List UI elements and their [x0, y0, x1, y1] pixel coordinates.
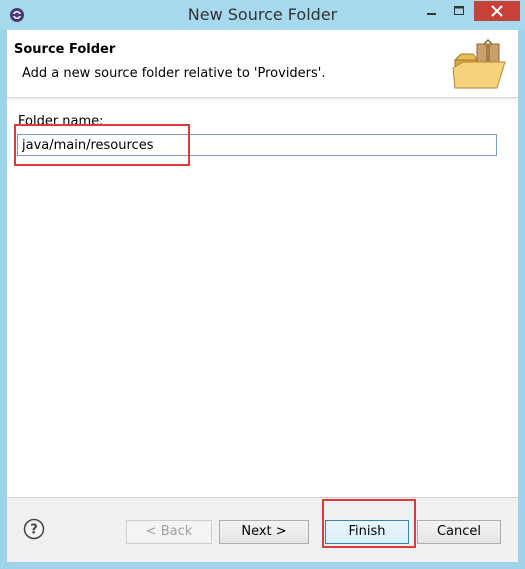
maximize-button[interactable]	[446, 1, 472, 21]
folder-name-label: Folder name:	[18, 114, 104, 129]
help-icon[interactable]: ?	[23, 518, 45, 540]
title-bar[interactable]: New Source Folder	[0, 0, 525, 30]
wizard-page-description: Add a new source folder relative to 'Pro…	[22, 66, 326, 81]
back-button[interactable]: < Back	[126, 520, 212, 544]
dialog-client-area: Source Folder Add a new source folder re…	[7, 30, 518, 562]
wizard-header: Source Folder Add a new source folder re…	[7, 30, 518, 98]
folder-with-package-icon	[452, 38, 506, 89]
maximize-icon	[454, 6, 464, 15]
close-icon	[491, 5, 503, 17]
next-button[interactable]: Next >	[219, 520, 309, 544]
finish-button[interactable]: Finish	[325, 520, 409, 544]
wizard-content: Folder name:	[7, 100, 518, 498]
cancel-button[interactable]: Cancel	[417, 520, 501, 544]
wizard-button-bar: ? < Back Next > Finish Cancel	[7, 499, 518, 562]
svg-text:?: ?	[30, 523, 38, 538]
minimize-icon	[427, 13, 436, 15]
folder-name-input[interactable]	[17, 134, 497, 156]
minimize-button[interactable]	[418, 1, 444, 21]
dialog-window: New Source Folder Source Folder Add a ne…	[0, 0, 525, 569]
close-button[interactable]	[474, 1, 520, 21]
wizard-page-title: Source Folder	[14, 42, 116, 57]
